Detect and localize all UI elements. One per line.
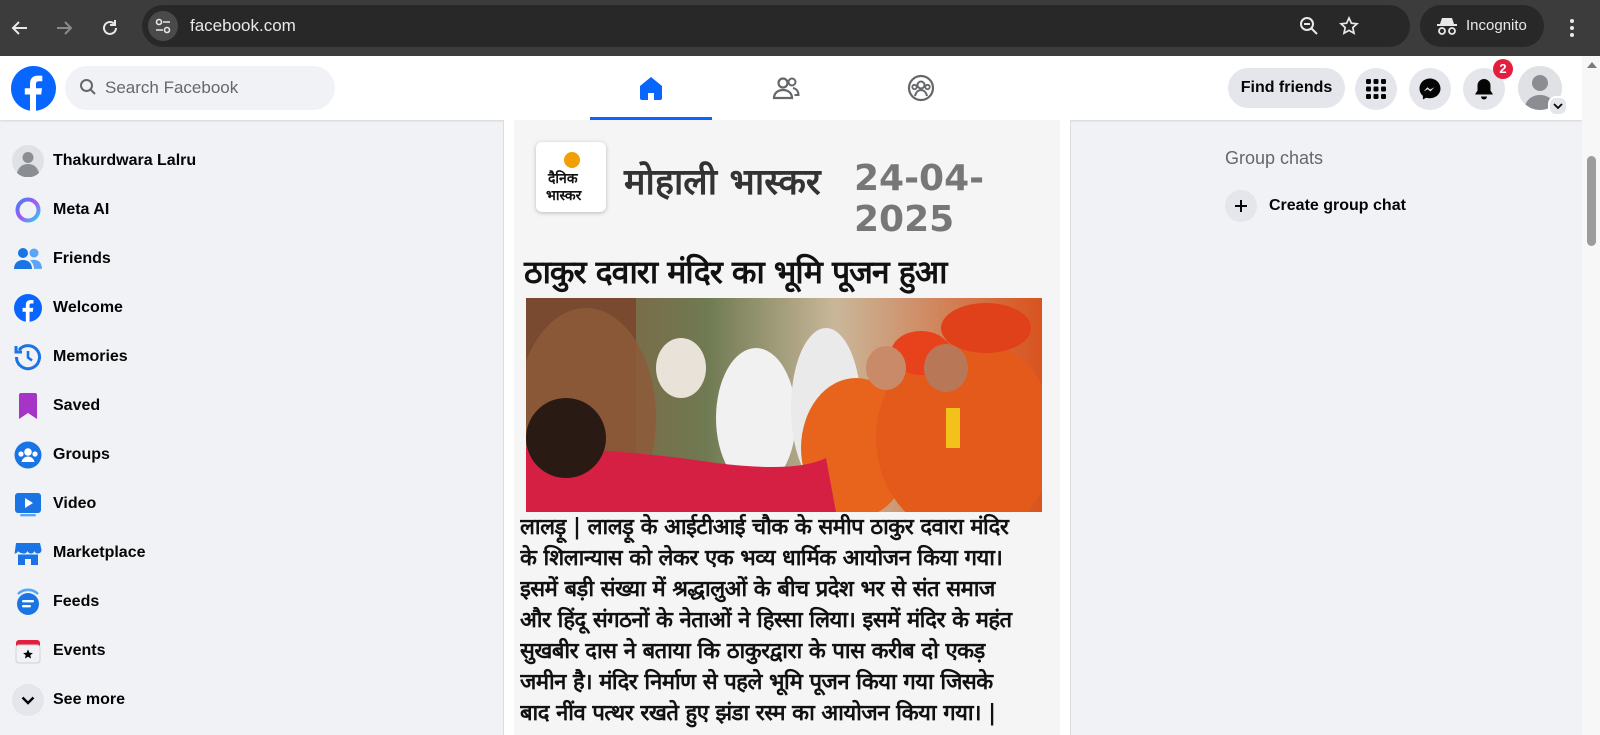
article-line: और हिंदू संगठनों के नेताओं ने हिस्सा लिय…	[520, 607, 1012, 633]
sidebar-item-welcome[interactable]: Welcome	[8, 285, 408, 331]
search-icon	[80, 79, 96, 95]
newspaper-masthead: मोहाली भास्कर	[624, 162, 821, 203]
search-placeholder: Search Facebook	[105, 78, 239, 97]
create-group-chat-label: Create group chat	[1269, 197, 1406, 214]
sidebar-item-label: Video	[53, 495, 97, 512]
facebook-header: Search Facebook Find friends 2	[0, 56, 1582, 120]
dainik-bhaskar-logo: दैनिक भास्कर	[536, 142, 606, 212]
sidebar-item-profile[interactable]: Thakurdwara Lalru	[8, 138, 408, 184]
sidebar-item-label: Feeds	[53, 593, 100, 610]
incognito-indicator[interactable]: Incognito	[1420, 5, 1544, 47]
notification-badge: 2	[1493, 59, 1513, 79]
sidebar-item-meta-ai[interactable]: Meta AI	[8, 187, 408, 233]
create-group-chat-button[interactable]: Create group chat	[1225, 188, 1525, 224]
article-line: इसमें बड़ी संख्या में श्रद्धालुओं के बीच…	[520, 576, 995, 602]
sidebar-item-friends[interactable]: Friends	[8, 236, 408, 282]
bookmark-star-icon[interactable]	[1337, 14, 1361, 38]
account-chevron-icon[interactable]	[1548, 96, 1568, 116]
sidebar-item-label: Events	[53, 642, 106, 659]
group-chats-heading: Group chats	[1225, 148, 1324, 168]
sidebar-item-feeds[interactable]: Feeds	[8, 579, 408, 625]
article-body: लालड़ू | लालड़ू के आईटीआई चौक के समीप ठा…	[520, 512, 1050, 729]
sidebar-item-label: Friends	[53, 250, 111, 267]
back-arrow-icon	[11, 21, 27, 35]
memories-icon	[12, 341, 44, 373]
video-icon	[12, 488, 44, 520]
facebook-icon	[12, 292, 44, 324]
sidebar-item-label: Memories	[53, 348, 128, 365]
sidebar-item-groups[interactable]: Groups	[8, 432, 408, 478]
bell-icon	[1475, 79, 1493, 100]
tab-friends[interactable]	[725, 56, 847, 120]
article-line: बाद नींव पत्थर रखते हुए झंडा रस्म का आयो…	[520, 700, 996, 726]
sidebar-item-see-more[interactable]: See more	[8, 677, 408, 723]
newspaper-date: 24-04-2025	[854, 158, 985, 240]
menu-button[interactable]	[1355, 68, 1397, 110]
forward-button[interactable]	[50, 14, 78, 42]
messenger-icon	[1419, 78, 1441, 100]
groups-icon	[907, 74, 935, 102]
browser-toolbar: facebook.com Incognito	[0, 0, 1600, 56]
article-line: जमीन है। मंदिर निर्माण से पहले भूमि पूजन…	[520, 669, 993, 695]
feeds-icon	[12, 586, 44, 618]
logo-line2: भास्कर	[546, 188, 582, 204]
scroll-up-arrow-icon[interactable]	[1587, 62, 1597, 68]
reload-icon	[103, 20, 117, 35]
marketplace-icon	[12, 537, 44, 569]
sidebar-item-label: Marketplace	[53, 544, 146, 561]
browser-menu-icon[interactable]	[1562, 15, 1582, 41]
sidebar-item-label: Meta AI	[53, 201, 110, 218]
tab-groups[interactable]	[860, 56, 982, 120]
logo-sun-icon	[564, 152, 580, 168]
article-headline: ठाकुर दवारा मंदिर का भूमि पूजन हुआ	[524, 253, 948, 291]
address-bar[interactable]: facebook.com	[142, 5, 1410, 47]
sidebar-item-video[interactable]: Video	[8, 481, 408, 527]
friends-icon	[12, 243, 44, 275]
tab-home[interactable]	[590, 56, 712, 120]
events-icon	[12, 635, 44, 667]
incognito-label: Incognito	[1466, 17, 1527, 34]
friends-icon	[772, 77, 800, 100]
back-button[interactable]	[6, 14, 34, 42]
article-line: लालड़ू | लालड़ू के आईटीआई चौक के समीप ठा…	[520, 514, 1009, 540]
site-info-icon[interactable]	[148, 11, 178, 41]
article-line: के शिलान्यास को लेकर एक भव्य धार्मिक आयो…	[520, 545, 1003, 571]
article-line: सुखबीर दास ने बताया कि ठाकुरद्वारा के पा…	[520, 638, 985, 664]
profile-avatar	[12, 145, 44, 177]
sidebar-item-label: Groups	[53, 446, 110, 463]
sidebar-item-events[interactable]: Events	[8, 628, 408, 674]
sidebar-item-label: Saved	[53, 397, 101, 414]
zoom-icon[interactable]	[1297, 14, 1321, 38]
search-input[interactable]: Search Facebook	[65, 66, 335, 110]
plus-icon	[1225, 190, 1257, 222]
forward-arrow-icon	[57, 21, 73, 35]
ceremony-photo	[526, 298, 1042, 512]
feed-post[interactable]: दैनिक भास्कर मोहाली भास्कर 24-04-2025 ठा…	[503, 120, 1071, 735]
find-friends-button[interactable]: Find friends	[1228, 68, 1345, 108]
incognito-icon	[1437, 18, 1457, 35]
reload-button[interactable]	[96, 14, 124, 42]
meta-ai-icon	[12, 194, 44, 226]
home-icon	[640, 77, 662, 100]
scrollbar-thumb[interactable]	[1587, 156, 1596, 246]
sidebar-item-label: Thakurdwara Lalru	[53, 152, 197, 169]
sidebar-item-marketplace[interactable]: Marketplace	[8, 530, 408, 576]
sidebar-item-label: Welcome	[53, 299, 123, 316]
sidebar-item-saved[interactable]: Saved	[8, 383, 408, 429]
chevron-down-icon	[12, 684, 44, 716]
groups-icon	[12, 439, 44, 471]
saved-icon	[12, 390, 44, 422]
newspaper-clipping-image[interactable]: दैनिक भास्कर मोहाली भास्कर 24-04-2025 ठा…	[514, 120, 1060, 735]
sidebar-item-label: See more	[53, 691, 126, 708]
grid-menu-icon	[1366, 79, 1386, 99]
facebook-logo[interactable]	[11, 66, 56, 111]
url-text[interactable]: facebook.com	[190, 16, 296, 36]
sidebar-item-memories[interactable]: Memories	[8, 334, 408, 380]
messenger-button[interactable]	[1409, 68, 1451, 110]
page-scrollbar[interactable]	[1582, 56, 1600, 735]
